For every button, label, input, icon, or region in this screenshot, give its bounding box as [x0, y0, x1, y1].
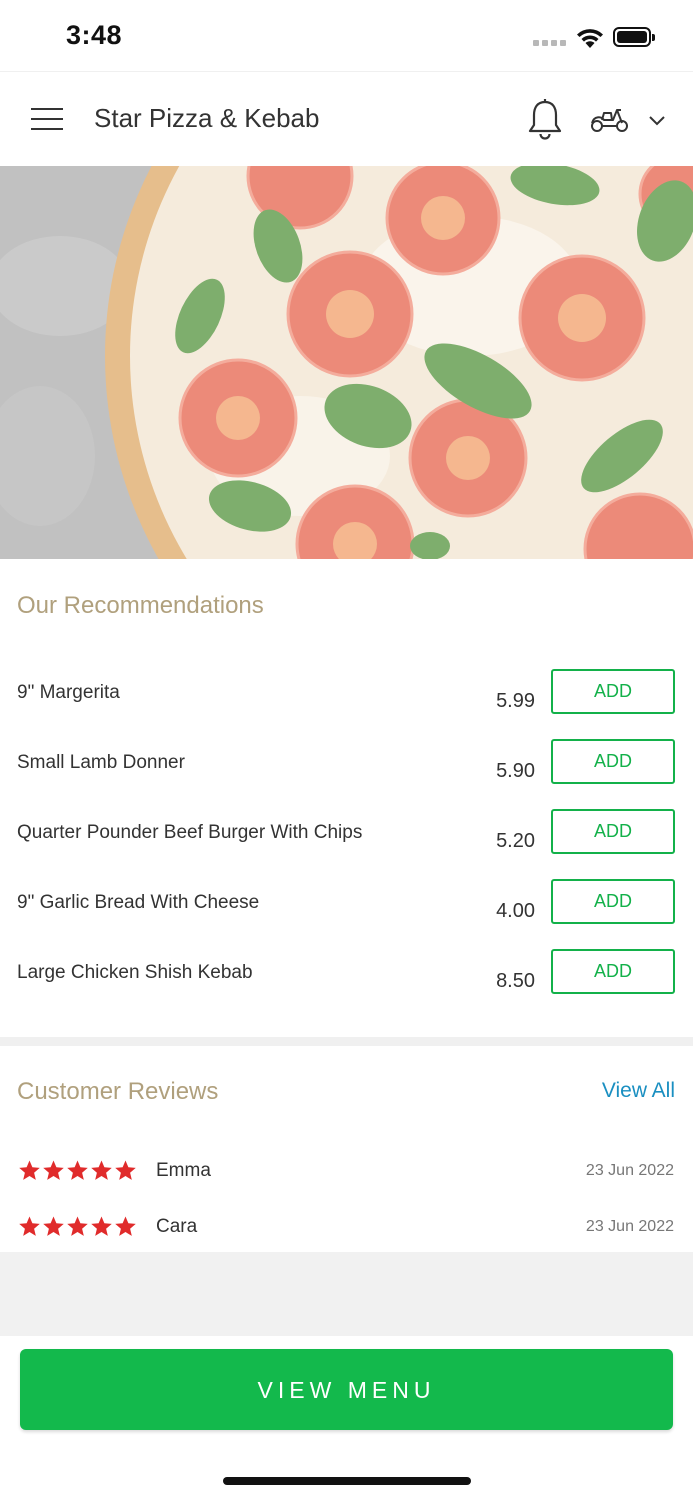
star-icon	[115, 1160, 136, 1180]
wifi-icon	[577, 29, 603, 48]
add-button[interactable]: ADD	[551, 879, 675, 924]
footer-background	[0, 1252, 693, 1336]
item-price: 5.20	[496, 830, 535, 852]
review-row: Cara 23 Jun 2022	[0, 1215, 693, 1255]
restaurant-title: Star Pizza & Kebab	[94, 103, 320, 133]
star-rating	[18, 1159, 137, 1183]
recommendation-item: Large Chicken Shish Kebab 8.50 ADD	[0, 949, 693, 1032]
add-button[interactable]: ADD	[551, 809, 675, 854]
reviewer-name: Emma	[156, 1160, 211, 1181]
scooter-icon[interactable]	[590, 104, 630, 134]
menu-icon[interactable]	[31, 108, 63, 130]
item-name: 9" Margerita	[17, 682, 120, 703]
recommendations-title: Our Recommendations	[17, 592, 264, 619]
item-price: 5.99	[496, 690, 535, 712]
star-icon	[115, 1216, 136, 1236]
app-header: Star Pizza & Kebab	[0, 72, 693, 165]
hero-pizza-image	[0, 166, 693, 559]
review-date: 23 Jun 2022	[585, 1162, 674, 1179]
review-date: 23 Jun 2022	[585, 1218, 674, 1235]
star-icon	[91, 1216, 112, 1236]
section-divider	[0, 1037, 693, 1046]
add-button[interactable]: ADD	[551, 949, 675, 994]
item-name: Large Chicken Shish Kebab	[17, 962, 253, 983]
battery-icon	[613, 27, 655, 47]
star-icon	[67, 1216, 88, 1236]
star-icon	[19, 1216, 40, 1236]
review-row: Emma 23 Jun 2022	[0, 1159, 693, 1199]
add-button[interactable]: ADD	[551, 739, 675, 784]
item-name: Small Lamb Donner	[17, 752, 185, 773]
home-indicator	[223, 1477, 471, 1485]
item-name: 9" Garlic Bread With Cheese	[17, 892, 260, 913]
chevron-down-icon[interactable]	[648, 114, 666, 126]
bell-icon[interactable]	[527, 98, 563, 140]
star-icon	[91, 1160, 112, 1180]
item-price: 5.90	[496, 760, 535, 782]
item-price: 4.00	[496, 900, 535, 922]
item-price: 8.50	[496, 970, 535, 992]
add-button[interactable]: ADD	[551, 669, 675, 714]
star-icon	[19, 1160, 40, 1180]
star-icon	[67, 1160, 88, 1180]
signal-icon	[533, 40, 567, 46]
item-name: Quarter Pounder Beef Burger With Chips	[17, 822, 363, 843]
status-bar: 3:48	[0, 0, 693, 70]
status-time: 3:48	[66, 20, 123, 50]
reviewer-name: Cara	[156, 1216, 198, 1237]
reviews-title: Customer Reviews	[17, 1078, 219, 1105]
star-icon	[43, 1216, 64, 1236]
star-rating	[18, 1215, 137, 1239]
view-menu-button[interactable]: VIEW MENU	[20, 1349, 673, 1430]
star-icon	[43, 1160, 64, 1180]
view-all-link[interactable]: View All	[602, 1079, 675, 1103]
